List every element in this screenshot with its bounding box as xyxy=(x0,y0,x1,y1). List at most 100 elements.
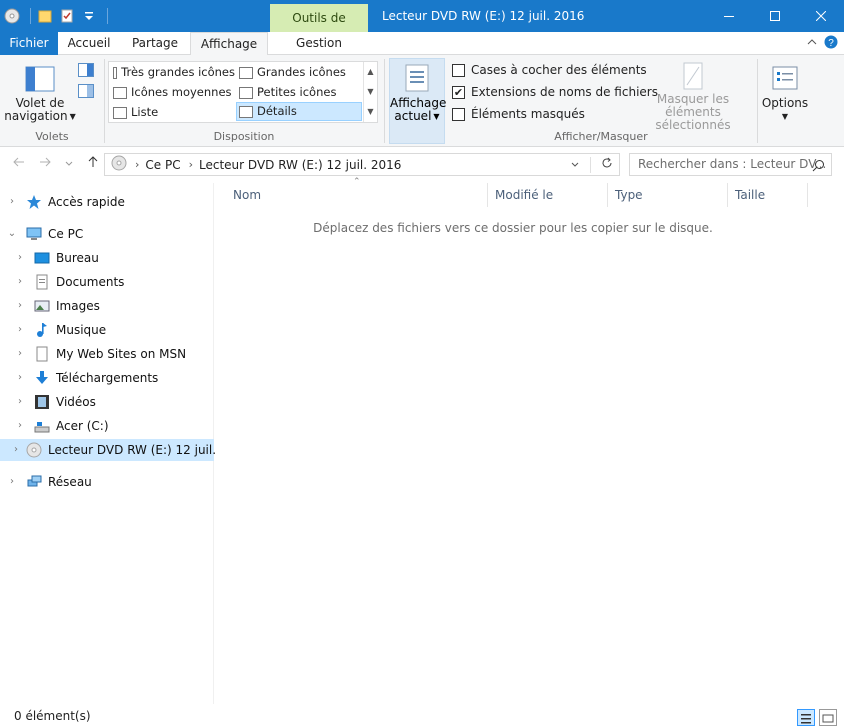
tree-item-desktop[interactable]: › Bureau xyxy=(0,247,214,269)
medium-icons-icon xyxy=(113,86,127,99)
layout-details[interactable]: Détails xyxy=(236,102,362,121)
item-count: 0 élément(s) xyxy=(14,709,91,723)
expand-icon[interactable]: › xyxy=(14,415,26,437)
tab-home[interactable]: Accueil xyxy=(58,32,120,55)
tree-item-my-web-sites[interactable]: › My Web Sites on MSN xyxy=(0,343,214,365)
expand-icon[interactable]: › xyxy=(14,391,26,413)
tree-item-dvd-drive[interactable]: › Lecteur DVD RW (E:) 12 juil. 20 xyxy=(0,439,235,461)
layout-extra-large-icons[interactable]: Très grandes icônes xyxy=(111,63,235,82)
help-icon[interactable]: ? xyxy=(824,35,838,52)
expand-icon[interactable]: › xyxy=(14,271,26,293)
tab-view[interactable]: Affichage xyxy=(190,32,268,56)
item-checkboxes-toggle[interactable]: Cases à cocher des éléments xyxy=(452,61,647,79)
expand-icon[interactable]: › xyxy=(6,471,18,493)
search-input[interactable]: Rechercher dans : Lecteur DV... xyxy=(629,153,832,176)
checkbox-unchecked-icon[interactable] xyxy=(452,63,465,77)
column-header-type[interactable]: Type xyxy=(597,183,727,207)
layout-small-icons[interactable]: Petites icônes xyxy=(237,83,361,102)
checkbox-checked-icon[interactable]: ✔ xyxy=(452,85,465,99)
quick-access-toolbar xyxy=(4,4,108,28)
download-arrow-icon xyxy=(34,370,50,386)
tree-item-documents[interactable]: › Documents xyxy=(0,271,214,293)
address-bar[interactable]: › Ce PC › Lecteur DVD RW (E:) 12 juil. 2… xyxy=(104,153,620,176)
recent-locations-button[interactable] xyxy=(60,155,78,173)
desktop-icon xyxy=(34,250,50,266)
search-placeholder: Rechercher dans : Lecteur DV... xyxy=(638,157,827,171)
expand-icon[interactable]: › xyxy=(6,191,18,213)
layout-large-icons[interactable]: Grandes icônes xyxy=(237,63,361,82)
column-header-modified[interactable]: Modifié le xyxy=(477,183,607,207)
forward-button[interactable] xyxy=(36,155,54,173)
refresh-icon[interactable] xyxy=(601,157,613,172)
computer-icon xyxy=(26,226,42,242)
documents-icon xyxy=(34,274,50,290)
file-list[interactable]: ⌃ Nom Modifié le Type Taille Déplacez de… xyxy=(215,177,844,704)
tab-file[interactable]: Fichier xyxy=(0,32,58,55)
column-header-name[interactable]: Nom xyxy=(215,183,487,207)
expand-icon[interactable]: › xyxy=(14,439,18,461)
tree-item-label: Documents xyxy=(56,275,125,289)
close-button[interactable] xyxy=(798,0,844,32)
tree-item-downloads[interactable]: › Téléchargements xyxy=(0,367,214,389)
large-icons-view-button[interactable] xyxy=(819,709,837,726)
close-icon xyxy=(816,11,826,21)
tree-item-label: Images xyxy=(56,299,100,313)
tree-item-pictures[interactable]: › Images xyxy=(0,295,214,317)
tree-item-music[interactable]: › Musique xyxy=(0,319,214,341)
address-dropdown-icon[interactable] xyxy=(570,158,580,172)
expand-icon[interactable]: › xyxy=(14,343,26,365)
expand-icon[interactable]: › xyxy=(14,295,26,317)
maximize-button[interactable] xyxy=(752,0,798,32)
tree-item-acer-c[interactable]: › Acer (C:) xyxy=(0,415,214,437)
address-separator xyxy=(590,156,591,173)
tree-item-network[interactable]: › Réseau xyxy=(0,471,214,493)
scroll-down-icon[interactable]: ▼ xyxy=(364,82,377,102)
current-view-button[interactable]: Affichage actuel ▼ xyxy=(389,58,446,144)
document-icon xyxy=(34,346,50,362)
customize-qat-icon[interactable] xyxy=(81,8,97,24)
up-button[interactable] xyxy=(84,155,102,173)
tree-item-quick-access[interactable]: › Accès rapide xyxy=(0,191,214,213)
hide-selected-button[interactable]: Masquer les éléments sélectionnés xyxy=(634,59,752,132)
breadcrumb-dvd-drive[interactable]: Lecteur DVD RW (E:) 12 juil. 2016 xyxy=(199,158,401,172)
column-separator[interactable] xyxy=(807,183,808,207)
breadcrumb-chevron-icon[interactable]: › xyxy=(135,158,139,171)
layout-gallery-scroll[interactable]: ▲ ▼ ▼ xyxy=(363,62,377,122)
column-header-size[interactable]: Taille xyxy=(717,183,807,207)
scroll-up-icon[interactable]: ▲ xyxy=(364,62,377,82)
details-pane-button[interactable] xyxy=(78,84,94,101)
collapse-icon[interactable]: ⌄ xyxy=(6,223,18,245)
current-view-label-2: actuel xyxy=(394,109,432,123)
checkbox-unchecked-icon[interactable] xyxy=(452,107,465,121)
options-button[interactable]: Options ▼ xyxy=(760,59,810,125)
gallery-more-icon[interactable]: ▼ xyxy=(364,102,377,122)
minimize-button[interactable] xyxy=(706,0,752,32)
layout-medium-icons[interactable]: Icônes moyennes xyxy=(111,83,235,102)
hide-selected-label-1: Masquer les éléments xyxy=(656,92,730,119)
breadcrumb-this-pc[interactable]: Ce PC xyxy=(145,158,180,172)
tree-item-label: Acer (C:) xyxy=(56,419,109,433)
drive-tools-tab[interactable]: Outils de lecteur xyxy=(270,4,368,53)
expand-icon[interactable]: › xyxy=(14,367,26,389)
breadcrumb-chevron-icon[interactable]: › xyxy=(189,158,193,171)
properties-icon[interactable] xyxy=(59,8,75,24)
drive-icon[interactable] xyxy=(4,8,20,24)
layout-item-label: Liste xyxy=(131,105,159,119)
collapse-ribbon-icon[interactable] xyxy=(806,36,818,51)
details-view-button[interactable] xyxy=(797,709,815,726)
tree-item-this-pc[interactable]: ⌄ Ce PC xyxy=(0,223,214,245)
layout-list[interactable]: Liste xyxy=(111,103,235,122)
new-folder-icon[interactable] xyxy=(37,8,53,24)
expand-icon[interactable]: › xyxy=(14,319,26,341)
tab-manage[interactable]: Gestion xyxy=(270,32,368,55)
tab-share[interactable]: Partage xyxy=(122,32,188,55)
back-button[interactable] xyxy=(10,155,28,173)
file-extensions-toggle[interactable]: ✔ Extensions de noms de fichiers xyxy=(452,83,658,101)
tree-item-videos[interactable]: › Vidéos xyxy=(0,391,214,413)
hidden-items-toggle[interactable]: Éléments masqués xyxy=(452,105,585,123)
expand-icon[interactable]: › xyxy=(14,247,26,269)
preview-pane-button[interactable] xyxy=(78,63,94,80)
ribbon: Volet de navigation ▼ Volets Très grande… xyxy=(0,55,844,147)
navigation-pane-button[interactable]: Volet de navigation ▼ xyxy=(4,59,76,125)
search-icon[interactable] xyxy=(812,158,825,175)
